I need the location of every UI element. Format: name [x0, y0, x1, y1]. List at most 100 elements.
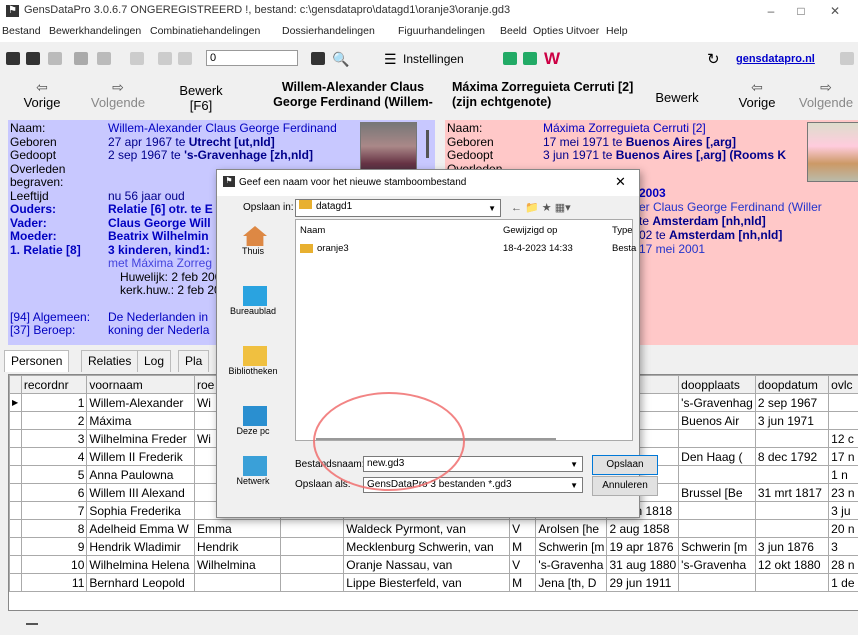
table-cell[interactable]: Wilhelmina [193, 555, 282, 574]
grid-column-header[interactable]: voornaam [86, 375, 195, 394]
grid-icon[interactable] [178, 52, 192, 65]
table-cell[interactable]: Arolsen [he [535, 519, 608, 538]
row-selector[interactable] [9, 447, 22, 466]
next-button[interactable]: ⇨ Volgende [90, 80, 146, 111]
table-cell[interactable]: Adelheid Emma W [86, 519, 195, 538]
row-selector[interactable] [9, 519, 22, 538]
table-cell[interactable]: Waldeck Pyrmont, van [343, 519, 511, 538]
table-cell[interactable] [754, 573, 830, 592]
maximize-button[interactable]: □ [786, 2, 816, 20]
table-cell[interactable]: Wilhelmina Helena [86, 555, 195, 574]
partner-link[interactable]: er Claus George Ferdinand (Willer [639, 200, 822, 215]
table-row[interactable]: 11 Bernhard Leopold Lippe Biesterfeld, van… [9, 573, 858, 592]
gedoopt-place[interactable]: 's-Gravenhage [zh,nld] [184, 148, 313, 162]
grid-green-icon[interactable] [503, 52, 517, 65]
table-row[interactable]: 8 Adelheid Emma W Emma Waldeck Pyrmont, van… [9, 519, 858, 538]
edit-right-button[interactable]: Bewerk [652, 90, 702, 105]
table-cell[interactable]: 's-Gravenhag [678, 393, 756, 412]
menu-beeld[interactable]: Beeld [500, 25, 527, 37]
table-cell[interactable]: 7 [20, 501, 88, 520]
table-cell[interactable]: 12 okt 1880 [754, 555, 830, 574]
row-selector[interactable] [9, 573, 22, 592]
table-cell[interactable]: 2 [20, 411, 88, 430]
table-cell[interactable]: 28 n [828, 555, 858, 574]
list-icon[interactable] [48, 52, 62, 65]
prev-button[interactable]: ⇦ Vorige [20, 80, 64, 111]
table-cell[interactable]: Sophia Frederika [86, 501, 195, 520]
table-cell[interactable] [280, 519, 345, 538]
table-cell[interactable]: Emma [193, 519, 282, 538]
grid-column-header[interactable]: doopplaats [678, 375, 756, 394]
row-selector[interactable] [9, 429, 22, 448]
table-cell[interactable] [193, 573, 282, 592]
place-netwerk[interactable]: Netwerk [223, 456, 287, 506]
person-photo[interactable] [807, 122, 858, 182]
table-cell[interactable] [754, 501, 830, 520]
table-cell[interactable]: 3 jun 1876 [754, 537, 830, 556]
row-selector[interactable] [9, 411, 22, 430]
table-cell[interactable]: Buenos Air [678, 411, 756, 430]
table-cell[interactable]: 1 n [828, 465, 858, 484]
document-icon[interactable] [97, 52, 111, 65]
refresh-icon[interactable]: ↻ [707, 50, 720, 68]
table-cell[interactable] [754, 429, 830, 448]
table-cell[interactable]: Schwerin [m [535, 537, 608, 556]
binoculars-icon[interactable]: 🔍 [332, 51, 349, 68]
table-cell[interactable]: 3 jun 1971 [754, 411, 830, 430]
save-icon[interactable] [840, 52, 854, 65]
table-row[interactable]: 9 Hendrik Wladimir Hendrik Mecklenburg Schw… [9, 537, 858, 556]
table-cell[interactable]: 10 [20, 555, 88, 574]
table-cell[interactable] [678, 465, 756, 484]
website-link[interactable]: gensdatapro.nl [736, 53, 815, 65]
prev-right-button[interactable]: ⇦ Vorige [735, 80, 779, 111]
menu-opties[interactable]: Opties [533, 25, 563, 37]
table-cell[interactable]: Schwerin [m [678, 537, 756, 556]
grid-blue-icon[interactable] [523, 52, 537, 65]
table-cell[interactable]: Bernhard Leopold [86, 573, 195, 592]
table-cell[interactable]: Willem-Alexander [86, 393, 195, 412]
save-button[interactable]: Opslaan [592, 455, 658, 475]
row-selector[interactable] [9, 465, 22, 484]
word-icon[interactable]: W [544, 49, 560, 69]
table-cell[interactable] [280, 573, 345, 592]
table-cell[interactable]: Wilhelmina Freder [86, 429, 195, 448]
table-cell[interactable]: V [509, 555, 537, 574]
table-cell[interactable]: 5 [20, 465, 88, 484]
grid-column-header[interactable]: recordnr [20, 375, 88, 394]
table-cell[interactable]: Den Haag ( [678, 447, 756, 466]
table-cell[interactable] [828, 393, 858, 412]
grid-column-header[interactable]: ovlc [828, 375, 858, 394]
geboren-place[interactable]: Utrecht [ut,nld] [189, 135, 275, 149]
table-cell[interactable] [754, 519, 830, 538]
tab-plaatsen[interactable]: Pla [178, 350, 210, 372]
table-cell[interactable]: 23 n [828, 483, 858, 502]
table-cell[interactable]: 1 de [828, 573, 858, 592]
table-cell[interactable]: Willem III Alexand [86, 483, 195, 502]
amsterdam-place[interactable]: Amsterdam [nh,nld] [652, 214, 765, 228]
table-cell[interactable]: 2 aug 1858 [606, 519, 680, 538]
menu-bestand[interactable]: Bestand [2, 25, 41, 37]
table-cell[interactable]: 31 mrt 1817 [754, 483, 830, 502]
next-right-button[interactable]: ⇨ Volgende [798, 80, 854, 111]
gedoopt-place[interactable]: Buenos Aires [,arg] (Rooms K [616, 148, 786, 162]
tab-personen[interactable]: Personen [4, 350, 70, 372]
table-cell[interactable]: 1 [20, 393, 88, 412]
cancel-button[interactable]: Annuleren [592, 476, 658, 496]
table-cell[interactable]: Lippe Biesterfeld, van [343, 573, 511, 592]
place-bureaublad[interactable]: Bureaublad [223, 286, 287, 342]
table-cell[interactable]: 's-Gravenha [678, 555, 756, 574]
table-cell[interactable]: Anna Paulowna [86, 465, 195, 484]
table-cell[interactable]: Brussel [Be [678, 483, 756, 502]
row-selector[interactable] [9, 537, 22, 556]
table-cell[interactable]: 17 n [828, 447, 858, 466]
menu-dossierhandelingen[interactable]: Dossierhandelingen [282, 25, 375, 37]
table-cell[interactable] [678, 519, 756, 538]
folder-nav-icons[interactable]: ← 📁 ★ ▦▾ [511, 201, 571, 214]
table-cell[interactable]: Hendrik Wladimir [86, 537, 195, 556]
person-icon[interactable] [6, 52, 20, 65]
table-cell[interactable]: M [509, 537, 537, 556]
table-cell[interactable] [678, 501, 756, 520]
table-cell[interactable] [280, 537, 345, 556]
tab-log[interactable]: Log [137, 350, 172, 372]
tab-relaties[interactable]: Relaties [81, 350, 139, 372]
